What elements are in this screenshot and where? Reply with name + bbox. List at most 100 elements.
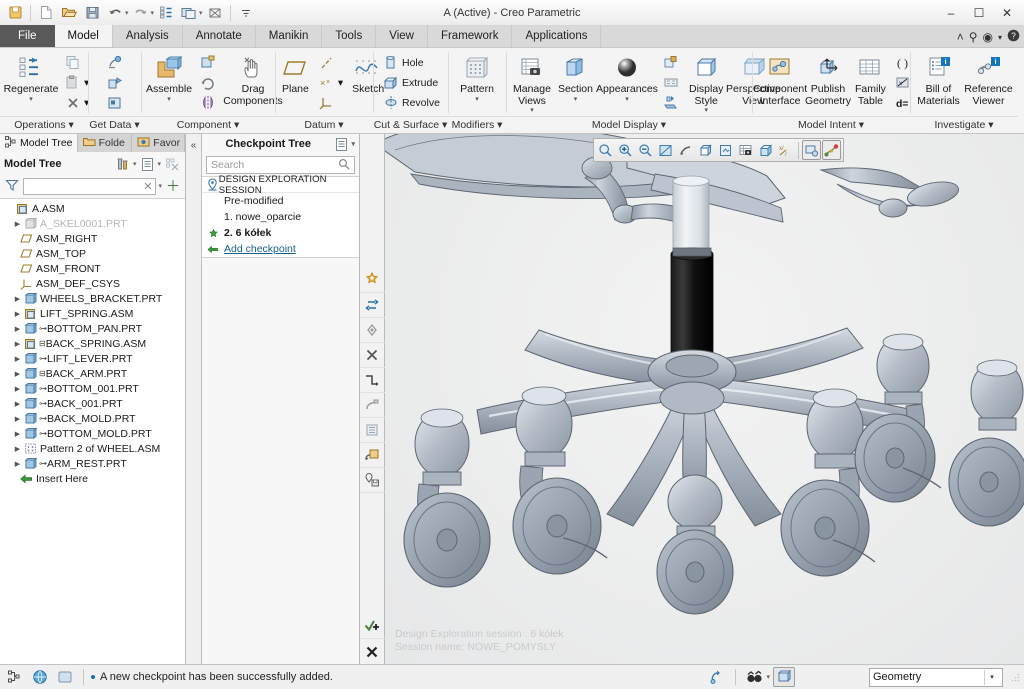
list-item[interactable]: 2. 6 kółek (202, 225, 359, 241)
layer-button[interactable] (659, 53, 684, 72)
expand-arrow[interactable]: ▶ (12, 385, 23, 393)
component-interface-button[interactable]: Component Interface (753, 51, 807, 108)
expand-arrow[interactable]: ▶ (12, 310, 23, 318)
chevron-down-icon[interactable]: ▾ (984, 669, 999, 685)
expand-arrow[interactable]: ▶ (12, 460, 23, 468)
tab-file[interactable]: File (0, 25, 55, 47)
spin-center-icon[interactable] (676, 140, 695, 160)
group-label-cut-surface[interactable]: Cut & Surface ▾ (373, 116, 448, 133)
tab-view[interactable]: View (376, 25, 428, 47)
regenerate-button[interactable]: Regenerate ▾ (4, 51, 58, 104)
table-row[interactable]: ▶ A_SKEL0001.PRT (0, 216, 185, 231)
shrinkwrap-button[interactable] (102, 93, 127, 112)
refit-icon[interactable] (596, 140, 615, 160)
open-icon[interactable] (58, 3, 80, 23)
save-checkpoint-icon[interactable] (359, 468, 385, 493)
zoom-in-icon[interactable] (616, 140, 635, 160)
view-manager-button[interactable] (659, 93, 684, 112)
table-row[interactable]: ▶ ⊶ BACK_001.PRT (0, 396, 185, 411)
table-row[interactable]: Insert Here (0, 471, 185, 486)
repeat-button[interactable] (195, 73, 220, 92)
tree-settings-icon[interactable] (115, 156, 132, 173)
expand-arrow[interactable]: ▶ (12, 415, 23, 423)
save-as-copy-icon[interactable] (4, 3, 26, 23)
nav-tab-favorites[interactable]: Favor (132, 134, 185, 152)
new-icon[interactable] (35, 3, 57, 23)
clear-filter-icon[interactable]: ✕ (143, 180, 152, 193)
checkpoint-marker-icon[interactable] (359, 268, 385, 293)
table-row[interactable]: ASM_DEF_CSYS (0, 276, 185, 291)
table-row[interactable]: ▶ LIFT_SPRING.ASM (0, 306, 185, 321)
table-row[interactable]: ▶ ⊟ BACK_ARM.PRT (0, 366, 185, 381)
axis-button[interactable] (314, 53, 347, 72)
expand-arrow[interactable]: ▶ (12, 445, 23, 453)
perspective-icon[interactable] (756, 140, 775, 160)
zoom-out-icon[interactable] (636, 140, 655, 160)
saved-view-icon[interactable] (716, 140, 735, 160)
name-display-button[interactable] (659, 73, 684, 92)
expand-arrow[interactable]: ▶ (12, 295, 23, 303)
collapse-navigator-button[interactable]: « (186, 134, 202, 664)
group-label-modifiers[interactable]: Modifiers ▾ (448, 116, 506, 133)
merge-button[interactable] (102, 73, 127, 92)
group-label-investigate[interactable]: Investigate ▾ (910, 116, 1018, 133)
redo-icon[interactable] (130, 3, 152, 23)
point-dropdown-icon[interactable]: ▾ (338, 77, 343, 89)
help-icon[interactable]: ? (1007, 29, 1020, 45)
table-row[interactable]: ASM_RIGHT (0, 231, 185, 246)
regenerate-icon[interactable] (155, 3, 177, 23)
group-label-datum[interactable]: Datum ▾ (275, 116, 373, 133)
annotation-display-icon[interactable] (802, 140, 821, 160)
view-manager-icon[interactable] (736, 140, 755, 160)
group-label-model-intent[interactable]: Model Intent ▾ (752, 116, 910, 133)
group-label-operations[interactable]: Operations ▾ (0, 116, 88, 133)
assemble-dropdown-icon[interactable]: ▾ (167, 96, 171, 103)
manage-views-dropdown-icon[interactable]: ▾ (530, 107, 534, 114)
spin-drag-icon[interactable] (822, 140, 841, 160)
display-style-dropdown-icon[interactable]: ▾ (704, 107, 708, 114)
search-icon[interactable]: ⚲ (969, 30, 978, 44)
list-item[interactable]: 1. nowe_oparcie (202, 209, 359, 225)
pattern-dropdown-icon[interactable]: ▾ (475, 96, 479, 103)
add-checkpoint-row[interactable]: Add checkpoint (202, 241, 359, 257)
table-row[interactable]: A.ASM (0, 201, 185, 216)
section-button[interactable]: Section ▾ (556, 51, 595, 104)
table-row[interactable]: ▶ ⊶ BOTTOM_001.PRT (0, 381, 185, 396)
close-button[interactable]: ✕ (994, 3, 1020, 23)
remove-checkpoint-icon[interactable] (359, 343, 385, 368)
tab-annotate[interactable]: Annotate (183, 25, 256, 47)
group-label-model-display[interactable]: Model Display ▾ (506, 116, 752, 133)
tab-manikin[interactable]: Manikin (256, 25, 323, 47)
redo-dropdown-icon[interactable]: ▾ (151, 9, 155, 17)
minimize-button[interactable]: – (938, 3, 964, 23)
tab-model[interactable]: Model (54, 25, 113, 47)
web-browser-icon[interactable] (29, 667, 51, 687)
point-button[interactable]: × × ▾ (314, 73, 347, 92)
hole-button[interactable]: Hole (378, 53, 444, 72)
search-tool-icon[interactable] (743, 667, 765, 687)
expand-arrow[interactable]: ▶ (12, 220, 23, 228)
regenerate-dropdown-icon[interactable]: ▾ (29, 96, 33, 103)
bill-of-materials-button[interactable]: i Bill of Materials (916, 51, 962, 108)
tab-analysis[interactable]: Analysis (113, 25, 183, 47)
swap-checkpoint-icon[interactable] (359, 293, 385, 318)
account-dropdown-icon[interactable]: ▾ (998, 33, 1002, 42)
plane-button[interactable]: Plane (280, 51, 311, 97)
tab-applications[interactable]: Applications (512, 25, 602, 47)
nav-tab-folder-browser[interactable]: Folde (77, 134, 133, 152)
add-filter-icon[interactable]: ＋ (166, 179, 180, 193)
regenerate-status-icon[interactable] (706, 667, 728, 687)
checkpoint-search-input[interactable]: Search (206, 156, 355, 174)
accept-session-icon[interactable] (359, 614, 385, 639)
revolve-button[interactable]: Revolve (378, 93, 444, 112)
display-style-button[interactable]: Display Style ▾ (687, 51, 725, 115)
tree-columns-dropdown-icon[interactable]: ▾ (157, 160, 161, 168)
add-checkpoint-link[interactable]: Add checkpoint (220, 243, 296, 255)
table-row[interactable]: ▶ ⊟ BACK_SPRING.ASM (0, 336, 185, 351)
window-dropdown-icon[interactable]: ▾ (199, 9, 203, 17)
chair-base-3d-model[interactable] (385, 134, 1024, 664)
reference-viewer-button[interactable]: i Reference Viewer (964, 51, 1013, 108)
close-window-icon[interactable] (204, 3, 226, 23)
maximize-button[interactable]: ☐ (966, 3, 992, 23)
list-checkpoints-icon[interactable] (359, 418, 385, 443)
